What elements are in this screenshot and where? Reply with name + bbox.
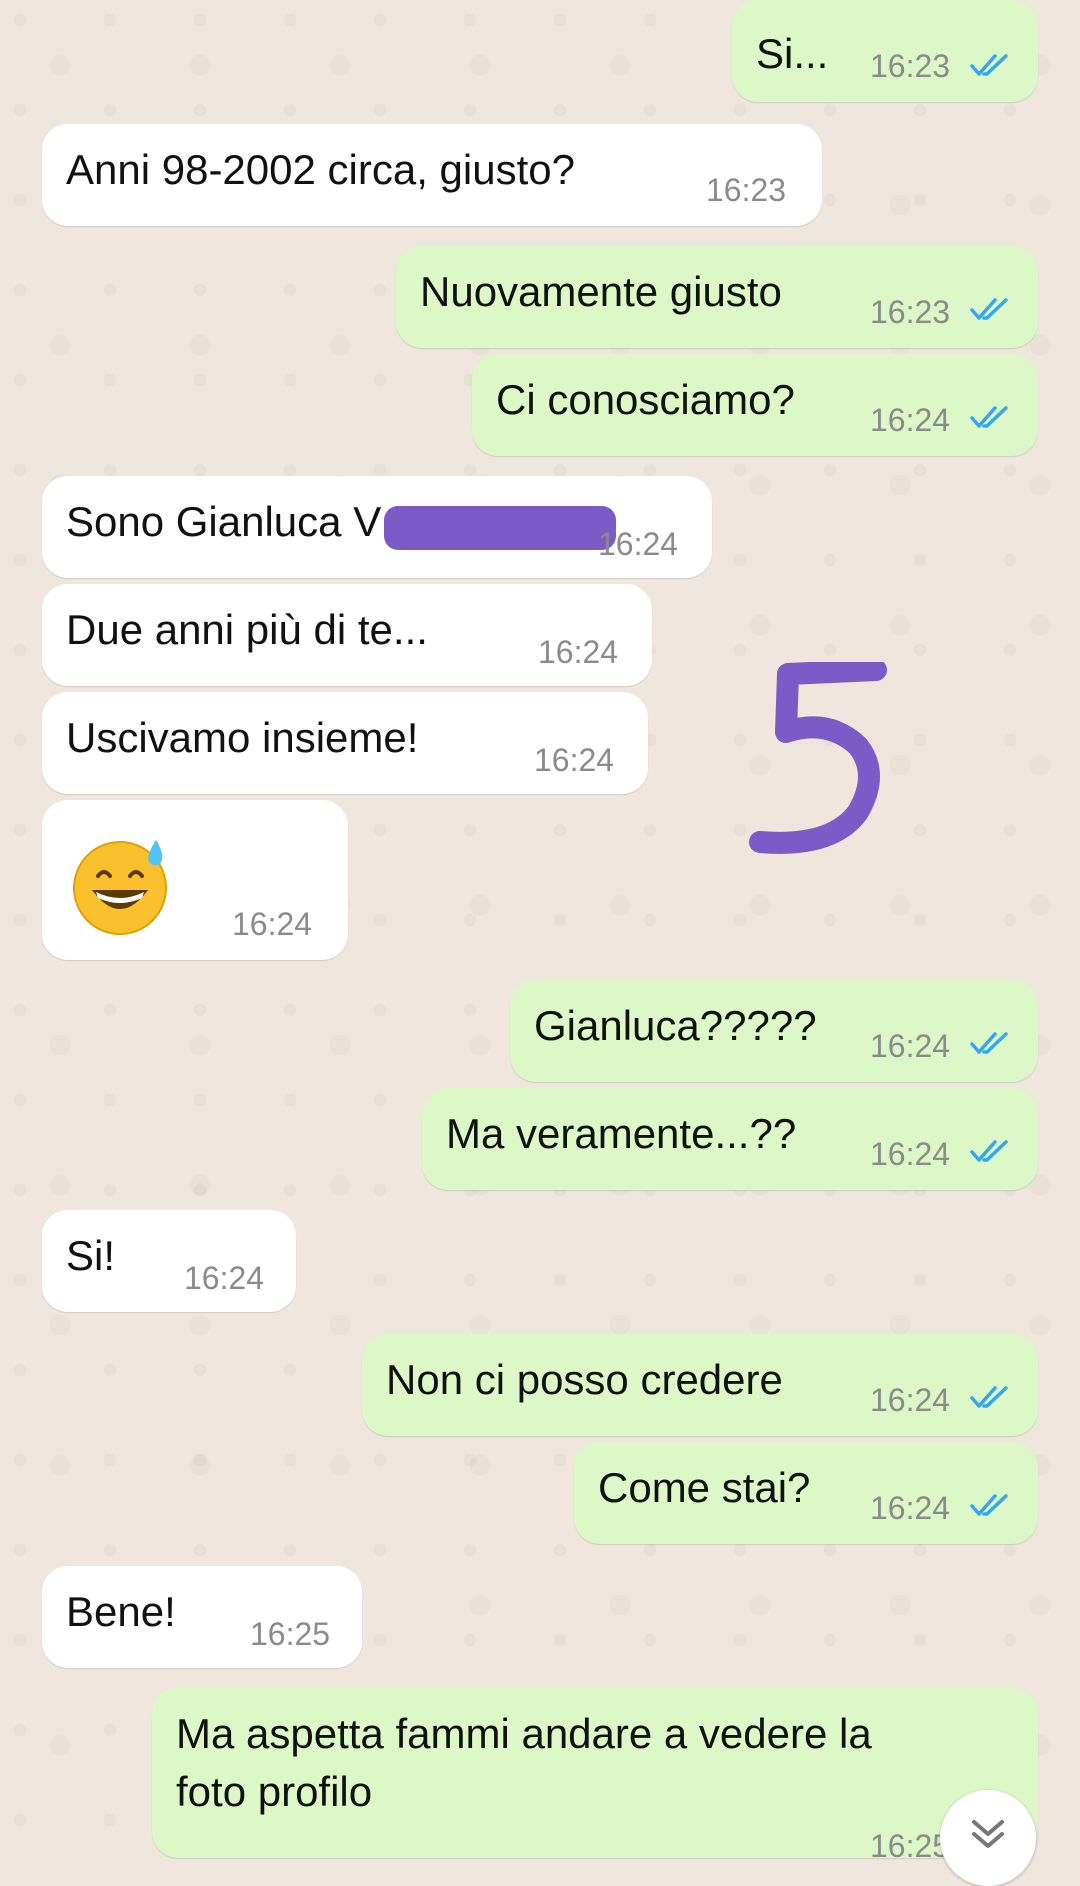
message-incoming[interactable]: Si! 16:24 — [42, 1210, 296, 1312]
message-text: Nuovamente giusto — [420, 268, 782, 315]
double-check-icon — [970, 406, 1008, 428]
message-time: 16:24 — [870, 1490, 951, 1526]
message-text: Non ci posso credere — [386, 1356, 783, 1403]
message-time: 16:24 — [538, 634, 619, 670]
handwritten-number-annotation — [749, 662, 887, 854]
chevron-double-down-icon — [972, 1820, 1004, 1848]
message-text: Anni 98-2002 circa, giusto? — [66, 146, 575, 193]
message-incoming[interactable]: Sono Gianluca V 16:24 — [42, 476, 712, 578]
message-time: 16:24 — [534, 742, 615, 778]
message-outgoing[interactable]: Ma veramente...?? 16:24 — [422, 1088, 1038, 1190]
message-text-line-1: Ma aspetta fammi andare a vedere la — [176, 1710, 872, 1757]
double-check-icon — [970, 1386, 1008, 1408]
message-text: Ci conosciamo? — [496, 376, 795, 423]
message-text: Due anni più di te... — [66, 606, 428, 653]
message-outgoing[interactable]: Gianluca????? 16:24 — [510, 980, 1038, 1082]
message-text: Bene! — [66, 1588, 176, 1635]
redaction-scribble — [384, 506, 616, 550]
message-time: 16:25 — [250, 1616, 331, 1652]
scroll-to-bottom-button[interactable] — [940, 1790, 1036, 1886]
double-check-icon — [970, 1140, 1008, 1162]
message-incoming[interactable]: Anni 98-2002 circa, giusto? 16:23 — [42, 124, 822, 226]
message-outgoing[interactable]: Ma aspetta fammi andare a vedere la foto… — [152, 1688, 1038, 1864]
message-outgoing[interactable]: Ci conosciamo? 16:24 — [472, 354, 1038, 456]
message-incoming[interactable]: Due anni più di te... 16:24 — [42, 584, 652, 686]
message-time: 16:23 — [870, 48, 951, 84]
message-time: 16:24 — [870, 1136, 951, 1172]
double-check-icon — [970, 298, 1008, 320]
message-time: 16:24 — [184, 1260, 265, 1296]
message-text: Si! — [66, 1232, 116, 1279]
message-text: Come stai? — [598, 1464, 811, 1511]
message-time: 16:24 — [870, 1028, 951, 1064]
message-outgoing[interactable]: Nuovamente giusto 16:23 — [396, 246, 1038, 348]
message-incoming[interactable]: Uscivamo insieme! 16:24 — [42, 692, 648, 794]
message-outgoing[interactable]: Non ci posso credere 16:24 — [362, 1334, 1038, 1436]
message-incoming[interactable]: Bene! 16:25 — [42, 1566, 362, 1668]
double-check-icon — [970, 54, 1008, 76]
message-incoming[interactable]: 16:24 — [42, 800, 348, 960]
message-text: Gianluca????? — [534, 1002, 817, 1049]
message-text: Uscivamo insieme! — [66, 714, 419, 761]
double-check-icon — [970, 1032, 1008, 1054]
message-time: 16:24 — [870, 1382, 951, 1418]
message-time: 16:24 — [232, 906, 313, 942]
message-time: 16:24 — [598, 526, 679, 562]
message-text: Sono Gianluca V — [66, 498, 382, 545]
message-outgoing[interactable]: Come stai? 16:24 — [574, 1442, 1038, 1544]
chat-message-list[interactable]: Si... 16:23 Anni 98-2002 circa, giusto? … — [0, 0, 1080, 1864]
message-time: 16:23 — [870, 294, 951, 330]
double-check-icon — [970, 1494, 1008, 1516]
grinning-sweat-emoji-icon — [73, 840, 167, 935]
message-time: 16:23 — [706, 172, 787, 208]
message-outgoing[interactable]: Si... 16:23 — [732, 0, 1038, 102]
message-text-line-2: foto profilo — [176, 1768, 373, 1815]
message-text: Si... — [756, 30, 829, 77]
message-text: Ma veramente...?? — [446, 1110, 797, 1157]
message-time: 16:24 — [870, 402, 951, 438]
message-time: 16:25 — [870, 1828, 951, 1864]
